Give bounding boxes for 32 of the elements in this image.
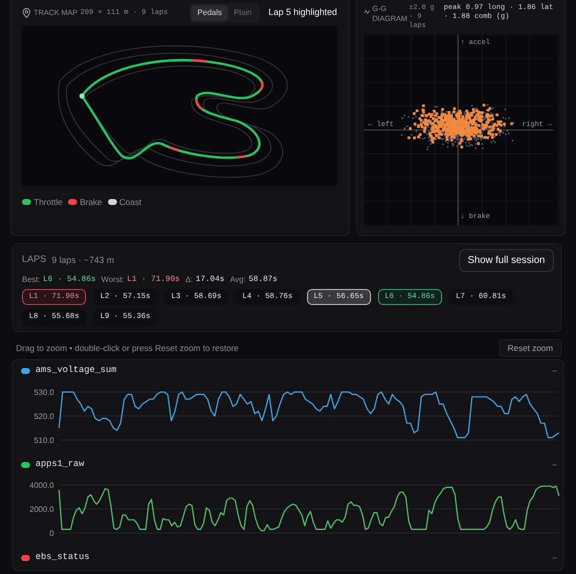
axis-tick: 4000.0 (30, 481, 54, 490)
location-pin-icon (22, 8, 31, 18)
collapse-button[interactable]: – (552, 552, 557, 564)
laps-meta: 9 laps · ~743 m (52, 254, 114, 267)
summary-value: L6 · 54.86s (42, 274, 96, 286)
legend-label: Brake (80, 196, 102, 209)
summary-label: Avg: (230, 274, 246, 286)
collapse-button[interactable]: – (552, 365, 557, 378)
axis-tick: 510.0 (34, 436, 54, 445)
reset-zoom-button[interactable]: Reset zoom (498, 338, 562, 358)
axis-tick: 520.0 (34, 412, 54, 421)
axis-tick: 0 (50, 529, 54, 538)
summary-value: 17.04s (196, 274, 224, 286)
axis-tick: 530.0 (34, 388, 54, 397)
highlight-label: Lap 5 highlighted (268, 6, 337, 20)
summary-label: Δ: (185, 274, 193, 286)
channel-name: apps1_raw (36, 458, 84, 471)
collapse-button[interactable]: – (552, 458, 557, 471)
mode-tab[interactable]: Pedals (191, 5, 228, 21)
zoom-hint: Drag to zoom • double-click or press Reset zoom to restore (16, 342, 239, 354)
wave-icon (364, 9, 370, 15)
legend-label: Throttle (34, 196, 63, 209)
show-session-button[interactable]: Show full session (458, 249, 554, 272)
channel-name: ams_voltage_sum (36, 364, 117, 378)
legend-label: Coast (119, 196, 142, 209)
channel-name: ebs_status (36, 551, 90, 564)
laps-title: LAPS (22, 253, 46, 268)
summary-value: 58.87s (248, 274, 278, 286)
summary-label: Worst: (101, 274, 124, 286)
axis-tick: 2000.0 (30, 505, 54, 514)
summary-value: L1 · 71.90s (127, 274, 180, 286)
summary-label: Best: (22, 274, 40, 286)
